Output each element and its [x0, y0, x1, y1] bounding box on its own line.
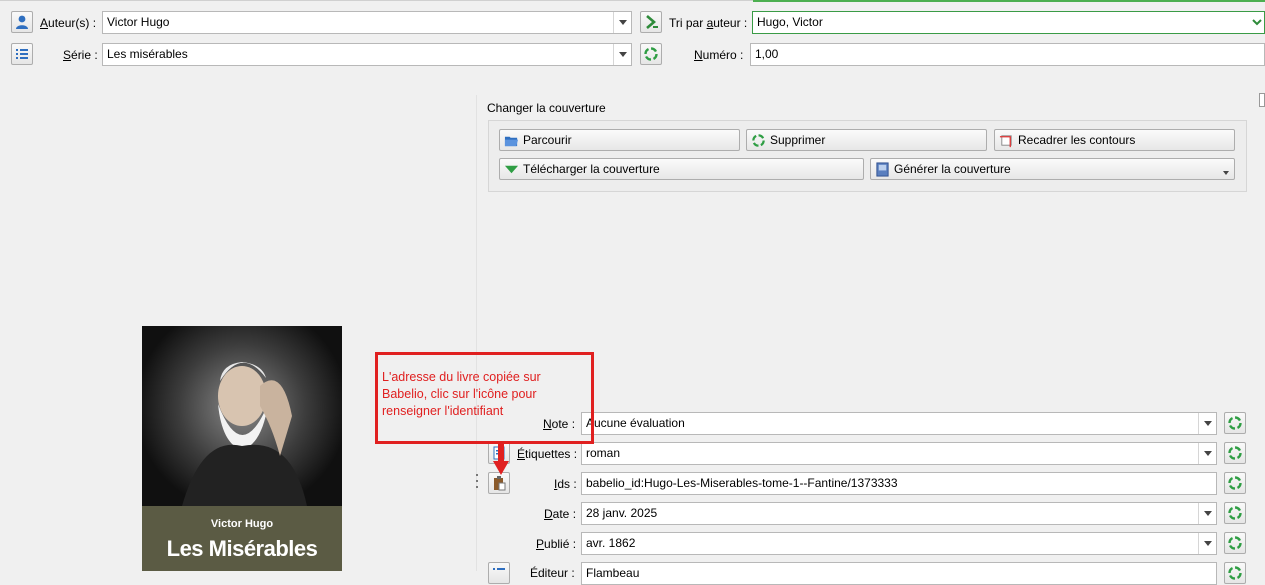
rating-select[interactable]: Aucune évaluation — [581, 412, 1217, 435]
recycle-icon — [644, 47, 658, 61]
publisher-value: Flambeau — [586, 566, 640, 580]
splitter-handle-icon[interactable] — [475, 474, 478, 488]
published-dropdown-arrow[interactable] — [1198, 533, 1216, 554]
book-cover-icon — [876, 161, 889, 177]
person-icon — [16, 15, 28, 29]
copy-author-sort-button[interactable] — [640, 11, 662, 33]
clear-publisher-button[interactable] — [1224, 562, 1246, 584]
published-input[interactable]: avr. 1862 — [581, 532, 1217, 555]
browse-cover-button[interactable]: Parcourir — [499, 129, 740, 151]
recycle-icon — [752, 133, 765, 147]
number-label: Numéro : — [694, 48, 744, 62]
recycle-icon — [1228, 566, 1242, 580]
tags-label: Étiquettes : — [517, 447, 578, 461]
trim-cover-label: Recadrer les contours — [1018, 133, 1136, 147]
published-value: avr. 1862 — [586, 536, 636, 550]
tags-value: roman — [586, 446, 621, 460]
remove-cover-label: Supprimer — [770, 133, 826, 147]
recycle-icon — [1228, 536, 1242, 550]
book-cover-image[interactable]: Victor Hugo Les Misérables — [142, 326, 342, 571]
series-input[interactable]: Les misérables — [102, 43, 632, 66]
author-portrait — [142, 326, 342, 506]
title-field-focus-border — [753, 0, 1265, 2]
series-editor-button[interactable] — [11, 43, 33, 65]
chevron-down-icon[interactable] — [1223, 171, 1229, 175]
authors-value: Victor Hugo — [107, 15, 170, 29]
clear-ids-button[interactable] — [1224, 472, 1246, 494]
rating-value: Aucune évaluation — [586, 416, 685, 430]
chevron-down-icon — [618, 52, 627, 57]
ids-input[interactable]: babelio_id:Hugo-Les-Miserables-tome-1--F… — [581, 472, 1217, 495]
generate-cover-label: Générer la couverture — [894, 162, 1011, 176]
clear-rating-button[interactable] — [1224, 412, 1246, 434]
change-cover-group: Parcourir Supprimer Recadrer les contour… — [488, 120, 1247, 192]
tags-input[interactable]: roman — [581, 442, 1217, 465]
chevron-down-icon — [1203, 541, 1212, 546]
recycle-icon — [1228, 416, 1242, 430]
arrow-right-icon — [646, 15, 658, 29]
series-dropdown-arrow[interactable] — [613, 44, 631, 65]
clipboard-icon — [494, 476, 506, 491]
authors-dropdown-arrow[interactable] — [613, 12, 631, 33]
clear-series-button[interactable] — [640, 43, 662, 65]
series-label: Série : — [63, 48, 98, 62]
rating-dropdown-arrow[interactable] — [1198, 413, 1216, 434]
clear-date-button[interactable] — [1224, 502, 1246, 524]
portrait-illustration — [182, 362, 307, 506]
annotation-text: L'adresse du livre copiée sur Babelio, c… — [382, 370, 541, 418]
remove-cover-button[interactable]: Supprimer — [746, 129, 987, 151]
date-value: 28 janv. 2025 — [586, 506, 658, 520]
chevron-down-icon — [1203, 511, 1212, 516]
folder-icon — [504, 136, 519, 146]
tags-dropdown-arrow[interactable] — [1198, 443, 1216, 464]
splitter[interactable] — [476, 95, 477, 571]
published-label: Publié : — [536, 537, 577, 551]
annotation-box: L'adresse du livre copiée sur Babelio, c… — [375, 352, 594, 444]
cover-title-text: Les Misérables — [166, 536, 318, 561]
chevron-down-icon — [1203, 451, 1212, 456]
recycle-icon — [1228, 506, 1242, 520]
check-icon — [1252, 19, 1262, 26]
clear-published-button[interactable] — [1224, 532, 1246, 554]
download-cover-button[interactable]: Télécharger la couverture — [499, 158, 864, 180]
author-editor-button[interactable] — [11, 11, 33, 33]
sort-author-label: Tri par auteur : — [669, 16, 748, 30]
date-dropdown-arrow[interactable] — [1198, 503, 1216, 524]
crop-icon — [999, 134, 1012, 147]
publisher-label: Éditeur : — [530, 566, 575, 580]
authors-label: Auteur(s) : — [40, 16, 97, 30]
date-label: Date : — [544, 507, 577, 521]
list-icon — [16, 49, 28, 59]
sort-author-value: Hugo, Victor — [757, 15, 823, 29]
date-input[interactable]: 28 janv. 2025 — [581, 502, 1217, 525]
download-cover-label: Télécharger la couverture — [523, 162, 660, 176]
ids-label: Ids : — [554, 477, 577, 491]
generate-cover-button[interactable]: Générer la couverture — [870, 158, 1235, 180]
list-icon — [493, 568, 505, 570]
recycle-icon — [1228, 446, 1242, 460]
clear-tags-button[interactable] — [1224, 442, 1246, 464]
chevron-down-icon — [618, 20, 627, 25]
publisher-input[interactable]: Flambeau — [581, 562, 1217, 585]
series-value: Les misérables — [107, 47, 188, 61]
sort-author-input[interactable]: Hugo, Victor — [752, 11, 1265, 34]
publisher-editor-button[interactable] — [488, 562, 510, 584]
trim-cover-button[interactable]: Recadrer les contours — [994, 129, 1235, 151]
authors-label-text: uteur(s) : — [48, 16, 97, 30]
chevron-down-icon — [1203, 421, 1212, 426]
ids-value: babelio_id:Hugo-Les-Miserables-tome-1--F… — [586, 476, 898, 490]
annotation-arrow-icon — [493, 443, 509, 475]
change-cover-title: Changer la couverture — [487, 101, 606, 115]
download-arrow-icon — [504, 165, 519, 173]
browse-cover-label: Parcourir — [523, 133, 572, 147]
series-number-value: 1,00 — [755, 47, 779, 61]
cover-author-text: Victor Hugo — [210, 518, 274, 530]
recycle-icon — [1228, 476, 1242, 490]
series-number-input[interactable]: 1,00 — [750, 43, 1265, 66]
authors-input[interactable]: Victor Hugo — [102, 11, 632, 34]
side-panel-edge[interactable] — [1259, 93, 1265, 107]
